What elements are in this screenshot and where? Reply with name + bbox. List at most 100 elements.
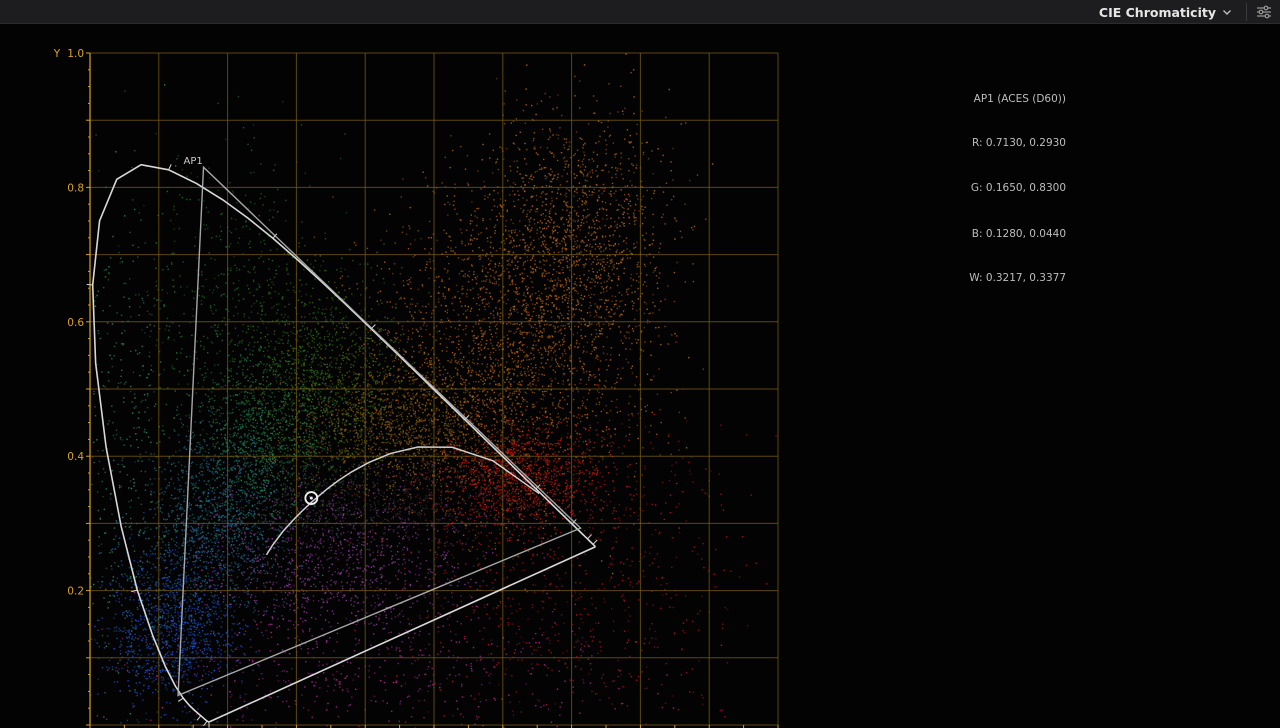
pixel-point <box>325 404 327 406</box>
pixel-point <box>536 232 538 234</box>
pixel-point <box>465 424 468 426</box>
pixel-point <box>580 241 582 243</box>
pixel-point <box>548 324 551 326</box>
pixel-point <box>513 160 515 163</box>
pixel-point <box>651 243 653 245</box>
pixel-point <box>542 191 544 193</box>
pixel-point <box>525 311 528 313</box>
pixel-point <box>431 396 434 398</box>
pixel-point <box>441 278 443 281</box>
pixel-point <box>614 295 617 298</box>
pixel-point <box>475 439 477 441</box>
pixel-point <box>507 396 509 398</box>
pixel-point <box>489 157 491 159</box>
pixel-point <box>534 443 536 445</box>
pixel-point <box>543 346 546 348</box>
pixel-point <box>615 167 617 169</box>
pixel-point <box>465 434 467 436</box>
pixel-point <box>349 406 351 409</box>
pixel-point <box>342 433 344 436</box>
pixel-point <box>652 301 654 304</box>
pixel-point <box>594 112 596 114</box>
pixel-point <box>644 281 646 283</box>
pixel-point <box>549 151 551 153</box>
pixel-point <box>430 267 432 269</box>
pixel-point <box>556 416 558 418</box>
pixel-point <box>452 250 454 252</box>
pixel-point <box>453 431 455 434</box>
pixel-point <box>346 450 348 452</box>
pixel-point <box>341 440 343 443</box>
pixel-point <box>582 402 584 404</box>
pixel-point <box>368 427 371 429</box>
pixel-point <box>481 330 483 332</box>
pixel-point <box>402 404 405 406</box>
pixel-point <box>478 411 480 413</box>
pixel-point <box>384 261 386 263</box>
pixel-point <box>544 407 546 410</box>
pixel-point <box>612 234 614 236</box>
pixel-point <box>514 258 517 260</box>
pixel-point <box>456 369 459 371</box>
pixel-point <box>454 401 457 403</box>
pixel-point <box>590 234 592 236</box>
pixel-point <box>512 246 514 249</box>
scope-settings-button[interactable] <box>1247 0 1280 24</box>
pixel-point <box>421 285 424 287</box>
pixel-point <box>445 232 448 235</box>
pixel-point <box>554 343 557 345</box>
pixel-point <box>611 182 614 185</box>
pixel-point <box>596 397 598 400</box>
pixel-point <box>568 309 570 312</box>
pixel-point <box>353 371 355 373</box>
pixel-point <box>519 430 521 433</box>
pixel-point <box>583 222 585 224</box>
pixel-point <box>478 381 480 383</box>
pixel-point <box>503 426 505 429</box>
pixel-point <box>352 406 354 409</box>
pixel-point <box>397 368 399 370</box>
pixel-point <box>512 229 514 232</box>
pixel-point <box>465 325 467 327</box>
pixel-point <box>457 417 459 419</box>
pixel-point <box>520 508 523 510</box>
pixel-point <box>504 415 506 417</box>
pixel-point <box>494 402 496 404</box>
pixel-point <box>380 416 383 419</box>
pixel-point <box>491 403 494 406</box>
pixel-point <box>393 263 396 265</box>
pixel-point <box>538 238 540 240</box>
pixel-point <box>630 71 632 74</box>
pixel-point <box>569 206 571 208</box>
pixel-point <box>589 250 592 252</box>
pixel-point <box>602 169 605 171</box>
pixel-point <box>583 318 585 320</box>
pixel-point <box>608 428 610 430</box>
pixel-point <box>369 329 372 332</box>
pixel-point <box>630 284 633 287</box>
pixel-point <box>649 312 651 314</box>
pixel-point <box>561 314 563 316</box>
pixel-point <box>449 414 452 416</box>
pixel-point <box>646 189 648 192</box>
pixel-point <box>539 297 541 299</box>
pixel-point <box>411 428 413 430</box>
pixel-point <box>503 294 505 296</box>
pixel-point <box>609 327 611 330</box>
pixel-point <box>421 284 423 286</box>
scope-mode-dropdown[interactable]: CIE Chromaticity <box>1099 0 1240 24</box>
pixel-point <box>617 368 619 370</box>
pixel-point <box>598 391 600 394</box>
pixel-point <box>477 297 480 299</box>
pixel-point <box>554 229 556 232</box>
pixel-point <box>535 327 538 330</box>
pixel-point <box>581 400 583 402</box>
pixel-point <box>385 428 387 430</box>
pixel-point <box>388 369 390 371</box>
pixel-point <box>578 245 581 247</box>
pixel-point <box>547 435 550 437</box>
pixel-point <box>387 317 389 319</box>
pixel-point <box>474 418 476 421</box>
pixel-point <box>400 431 402 433</box>
pixel-point <box>553 351 555 354</box>
